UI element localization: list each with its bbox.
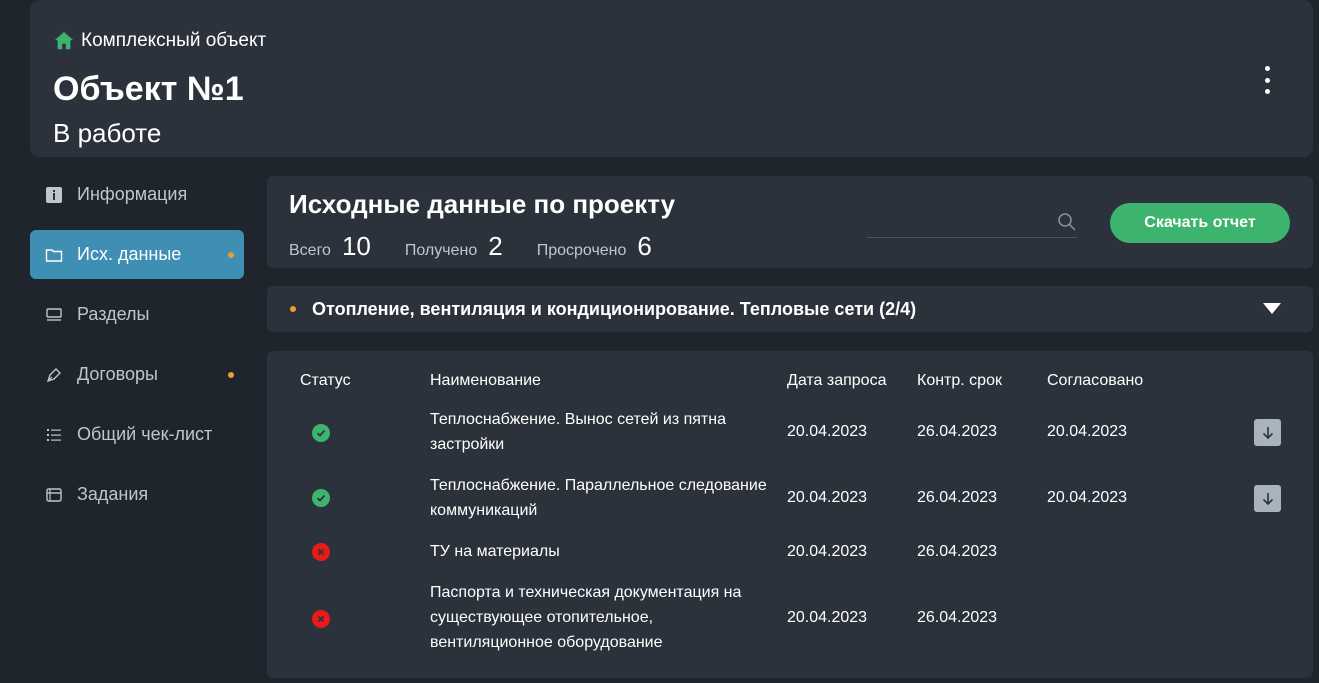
status-error-icon <box>312 543 330 561</box>
table-cell-request-date: 20.04.2023 <box>787 489 868 506</box>
status-ok-icon <box>312 424 330 442</box>
sections-icon <box>46 307 62 321</box>
more-menu-icon[interactable] <box>1259 66 1275 94</box>
sidebar-item-tasks[interactable]: Задания <box>30 470 244 519</box>
search-icon[interactable] <box>1057 212 1077 232</box>
download-file-icon[interactable] <box>1254 419 1281 446</box>
search-input[interactable] <box>867 206 1077 237</box>
tasks-icon <box>46 487 62 502</box>
page-title: Объект №1 <box>53 70 244 108</box>
breadcrumb[interactable]: Комплексный объект <box>53 30 266 52</box>
download-file-icon[interactable] <box>1254 485 1281 512</box>
sidebar-item-checklist[interactable]: Общий чек-лист <box>30 410 244 459</box>
table-cell-deadline: 26.04.2023 <box>917 543 998 560</box>
table-cell-deadline: 26.04.2023 <box>917 423 998 440</box>
breadcrumb-label: Комплексный объект <box>81 30 267 51</box>
chevron-down-icon[interactable] <box>1263 303 1281 314</box>
sidebar: Информация Исх. данные Разделы Договоры … <box>30 170 244 530</box>
table-cell-request-date: 20.04.2023 <box>787 609 868 626</box>
table-cell-deadline: 26.04.2023 <box>917 609 998 626</box>
stat-received-value: 2 <box>488 231 503 261</box>
source-data-panel: Исходные данные по проекту Всего 10 Полу… <box>267 176 1313 268</box>
table-cell-request-date: 20.04.2023 <box>787 543 868 560</box>
table-cell-deadline: 26.04.2023 <box>917 489 998 506</box>
sidebar-item-label: Исх. данные <box>77 244 182 264</box>
table-cell-request-date: 20.04.2023 <box>787 423 868 440</box>
status-error-icon <box>312 610 330 628</box>
stats-summary: Всего 10 Получено 2 Просрочено 6 <box>289 231 686 262</box>
sidebar-item-info[interactable]: Информация <box>30 170 244 219</box>
stat-overdue-value: 6 <box>637 231 652 261</box>
column-header-approved: Согласовано <box>1047 372 1144 389</box>
status-ok-icon <box>312 489 330 507</box>
sidebar-item-label: Договоры <box>77 364 158 384</box>
sidebar-item-label: Разделы <box>77 304 150 324</box>
folder-icon <box>45 248 63 262</box>
stat-total-value: 10 <box>341 231 371 261</box>
stat-overdue-label: Просрочено <box>536 242 627 259</box>
column-header-deadline: Контр. срок <box>917 372 1002 389</box>
home-icon <box>54 31 74 50</box>
pen-icon <box>46 367 61 382</box>
sidebar-item-contracts[interactable]: Договоры <box>30 350 244 399</box>
checklist-icon <box>47 428 61 441</box>
object-header: Комплексный объект Объект №1 В работе <box>30 0 1313 157</box>
table-cell-name: Паспорта и техническая документация на с… <box>430 584 742 651</box>
info-icon <box>46 186 62 203</box>
column-header-request-date: Дата запроса <box>787 372 887 389</box>
sidebar-item-source-data[interactable]: Исх. данные <box>30 230 244 279</box>
column-header-name: Наименование <box>430 372 541 389</box>
sidebar-item-sections[interactable]: Разделы <box>30 290 244 339</box>
sidebar-item-label: Информация <box>77 184 188 204</box>
notification-dot <box>228 372 234 378</box>
search-field <box>867 206 1077 238</box>
notification-dot <box>228 252 234 258</box>
table-cell-approved: 20.04.2023 <box>1047 489 1128 506</box>
stat-total-label: Всего <box>289 242 331 259</box>
table-cell-approved: 20.04.2023 <box>1047 423 1128 440</box>
sidebar-item-label: Задания <box>77 484 149 504</box>
download-report-button[interactable]: Скачать отчет <box>1110 203 1290 243</box>
table-cell-name: Теплоснабжение. Параллельное следование … <box>430 477 767 519</box>
object-status: В работе <box>53 118 162 148</box>
table-cell-name: Теплоснабжение. Вынос сетей из пятна зас… <box>430 411 726 453</box>
table-cell-name: ТУ на материалы <box>430 543 560 560</box>
section-status-dot <box>290 306 296 312</box>
section-accordion-header[interactable]: Отопление, вентиляция и кондиционировани… <box>267 286 1313 332</box>
sidebar-item-label: Общий чек-лист <box>77 424 213 444</box>
column-header-status: Статус <box>300 372 351 389</box>
stat-received-label: Получено <box>404 242 478 259</box>
panel-title: Исходные данные по проекту <box>289 189 676 219</box>
documents-table: Статус Наименование Дата запроса Контр. … <box>267 351 1313 678</box>
section-title: Отопление, вентиляция и кондиционировани… <box>312 299 917 319</box>
